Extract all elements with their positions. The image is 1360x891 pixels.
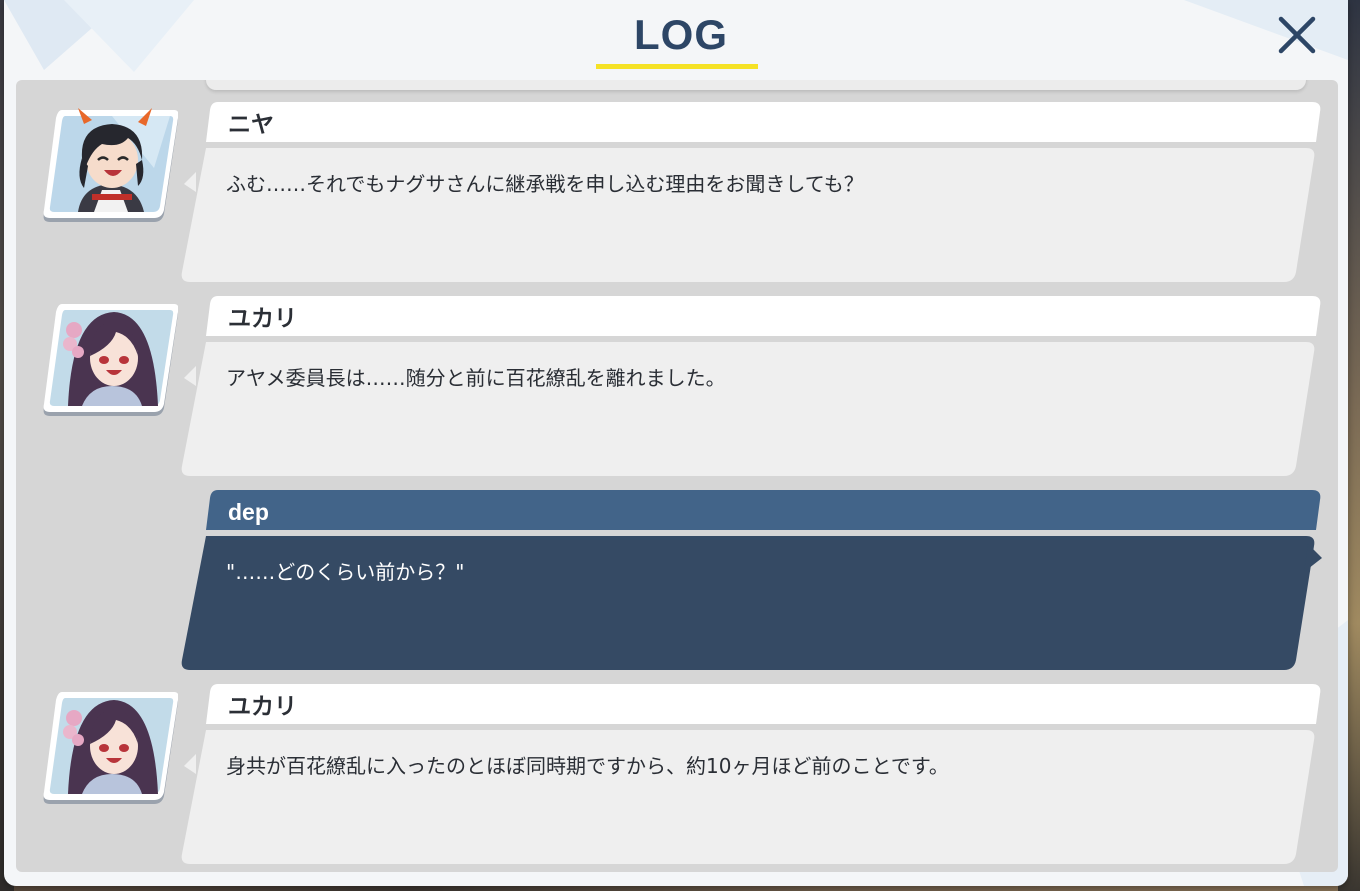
log-entry-player: dep "……どのくらい前から？" — [16, 468, 1338, 670]
message-text: 身共が百花繚乱に入ったのとほぼ同時期ですから、約10ヶ月ほど前のことです。 — [226, 754, 949, 778]
avatar-niya — [42, 108, 179, 224]
speaker-name: dep — [228, 499, 269, 525]
log-title: LOG — [634, 11, 728, 58]
avatar-yukari — [42, 690, 179, 806]
message-bubble: ユカリ 身共が百花繚乱に入ったのとほぼ同時期ですから、約10ヶ月ほど前のことです… — [180, 684, 1326, 866]
speaker-name: ユカリ — [228, 693, 297, 719]
message-text: "……どのくらい前から？" — [226, 560, 465, 584]
close-button[interactable] — [1270, 8, 1324, 62]
close-icon — [1278, 16, 1316, 54]
message-bubble-player: dep "……どのくらい前から？" — [180, 490, 1326, 672]
message-bubble: ユカリ アヤメ委員長は……随分と前に百花繚乱を離れました。 — [180, 296, 1326, 478]
log-entry: ユカリ アヤメ委員長は……随分と前に百花繚乱を離れました。 — [16, 274, 1338, 476]
message-bubble: ニヤ ふむ……それでもナグサさんに継承戦を申し込む理由をお聞きしても？ — [180, 102, 1326, 284]
log-header: LOG — [4, 0, 1348, 72]
log-scroll-area[interactable]: ニヤ ふむ……それでもナグサさんに継承戦を申し込む理由をお聞きしても？ ユカリ … — [16, 80, 1338, 872]
speaker-name: ニヤ — [228, 111, 274, 137]
message-text: アヤメ委員長は……随分と前に百花繚乱を離れました。 — [226, 366, 726, 390]
log-entry: ニヤ ふむ……それでもナグサさんに継承戦を申し込む理由をお聞きしても？ — [16, 80, 1338, 282]
speaker-name: ユカリ — [228, 305, 297, 331]
title-underline — [596, 64, 758, 69]
log-modal: LOG ニヤ ふむ……それでもナグサさんに継承戦を申し込む理由をお聞きしても？ … — [4, 0, 1348, 886]
message-text: ふむ……それでもナグサさんに継承戦を申し込む理由をお聞きしても？ — [226, 172, 864, 196]
log-entry: ユカリ 身共が百花繚乱に入ったのとほぼ同時期ですから、約10ヶ月ほど前のことです… — [16, 662, 1338, 864]
avatar-yukari — [42, 302, 179, 418]
